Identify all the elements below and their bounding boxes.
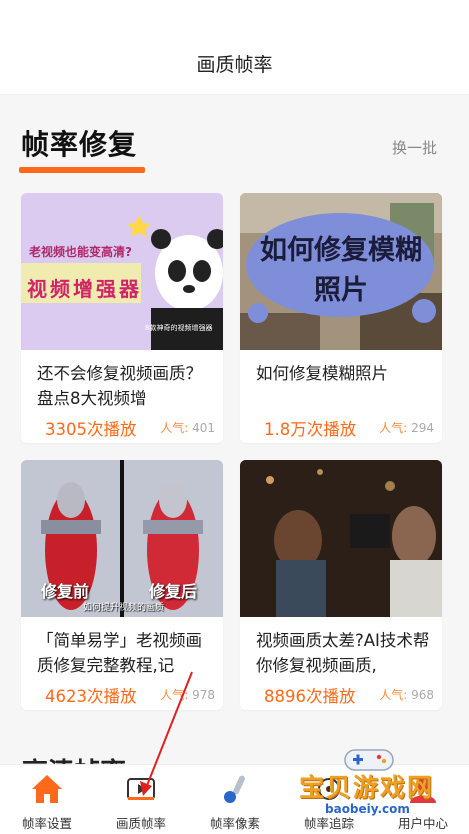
thumbnail-label-after: 修复后	[149, 582, 198, 601]
video-frame-icon	[125, 773, 157, 805]
thumbnail-art-4	[240, 460, 442, 617]
popularity-label: 人气:	[379, 421, 408, 435]
tab-label: 帧率设置	[21, 816, 72, 831]
video-thumbnail-4[interactable]	[240, 460, 442, 617]
section-title-underline	[19, 167, 145, 173]
popularity-value: 968	[411, 688, 434, 702]
tab-frame-settings[interactable]: 帧率设置	[0, 765, 94, 834]
tab-label: 画质帧率	[115, 816, 166, 831]
video-title[interactable]: 视频画质太差?AI技术帮你修复视频画质,	[256, 628, 434, 678]
refresh-button[interactable]: 换一批	[392, 137, 437, 158]
popularity-label: 人气:	[379, 688, 408, 702]
video-thumbnail-1[interactable]: 老视频也能变高清? 视频增强器 8款神奇的视频增强器	[21, 193, 223, 350]
video-card-3[interactable]: 修复前 修复后 如何提升视频的画质 「简单易学」老视频画质修复完整教程,记 46…	[21, 460, 223, 710]
tab-quality-frame[interactable]: 画质帧率	[94, 765, 188, 834]
popularity: 人气: 978	[160, 686, 215, 703]
play-count: 1.8万次播放	[264, 420, 357, 439]
tab-frame-pixel[interactable]: 帧率像素	[188, 765, 282, 834]
popularity-label: 人气:	[160, 421, 189, 435]
section-title: 帧率修复	[21, 128, 138, 161]
tab-label: 帧率像素	[209, 816, 260, 831]
watermark-url: baobeiy.com	[325, 802, 410, 816]
video-title[interactable]: 还不会修复视频画质？盘点8大视频增	[37, 361, 215, 411]
page-title: 画质帧率	[196, 54, 273, 76]
popularity-value: 401	[192, 421, 215, 435]
watermark-text: 宝贝游戏网	[299, 773, 435, 802]
thumbnail-badge-1: 8款神奇的视频增强器	[145, 324, 213, 332]
play-count: 4623次播放	[45, 687, 137, 706]
brush-icon	[219, 773, 251, 805]
thumbnail-caption-2: 如何修复模糊照片	[260, 235, 422, 306]
home-icon	[31, 773, 63, 805]
thumbnail-label-before: 修复前	[41, 582, 90, 601]
video-card-1[interactable]: 老视频也能变高清? 视频增强器 8款神奇的视频增强器 还不会修复视频画质？盘点8…	[21, 193, 223, 443]
site-watermark: 宝贝游戏网 baobeiy.com	[293, 744, 463, 834]
top-bar: 画质帧率	[0, 0, 469, 95]
popularity: 人气: 294	[379, 419, 434, 436]
popularity-value: 294	[411, 421, 434, 435]
play-count: 8896次播放	[264, 687, 356, 706]
popularity-label: 人气:	[160, 688, 189, 702]
video-title[interactable]: 如何修复模糊照片	[256, 361, 434, 411]
section-header: 帧率修复 换一批	[0, 96, 469, 186]
thumbnail-caption-1: 老视频也能变高清?	[29, 245, 132, 259]
thumbnail-banner-1: 视频增强器	[27, 277, 142, 301]
video-card-4[interactable]: 视频画质太差?AI技术帮你修复视频画质, 8896次播放 人气: 968	[240, 460, 442, 710]
video-title[interactable]: 「简单易学」老视频画质修复完整教程,记	[37, 628, 215, 678]
video-thumbnail-3[interactable]: 修复前 修复后 如何提升视频的画质	[21, 460, 223, 617]
popularity: 人气: 968	[379, 686, 434, 703]
popularity-value: 978	[192, 688, 215, 702]
play-count: 3305次播放	[45, 420, 137, 439]
thumbnail-subtitle-3: 如何提升视频的画质	[83, 603, 165, 613]
video-thumbnail-2[interactable]: 如何修复模糊照片	[240, 193, 442, 350]
popularity: 人气: 401	[160, 419, 215, 436]
video-card-2[interactable]: 如何修复模糊照片 如何修复模糊照片 1.8万次播放 人气: 294	[240, 193, 442, 443]
